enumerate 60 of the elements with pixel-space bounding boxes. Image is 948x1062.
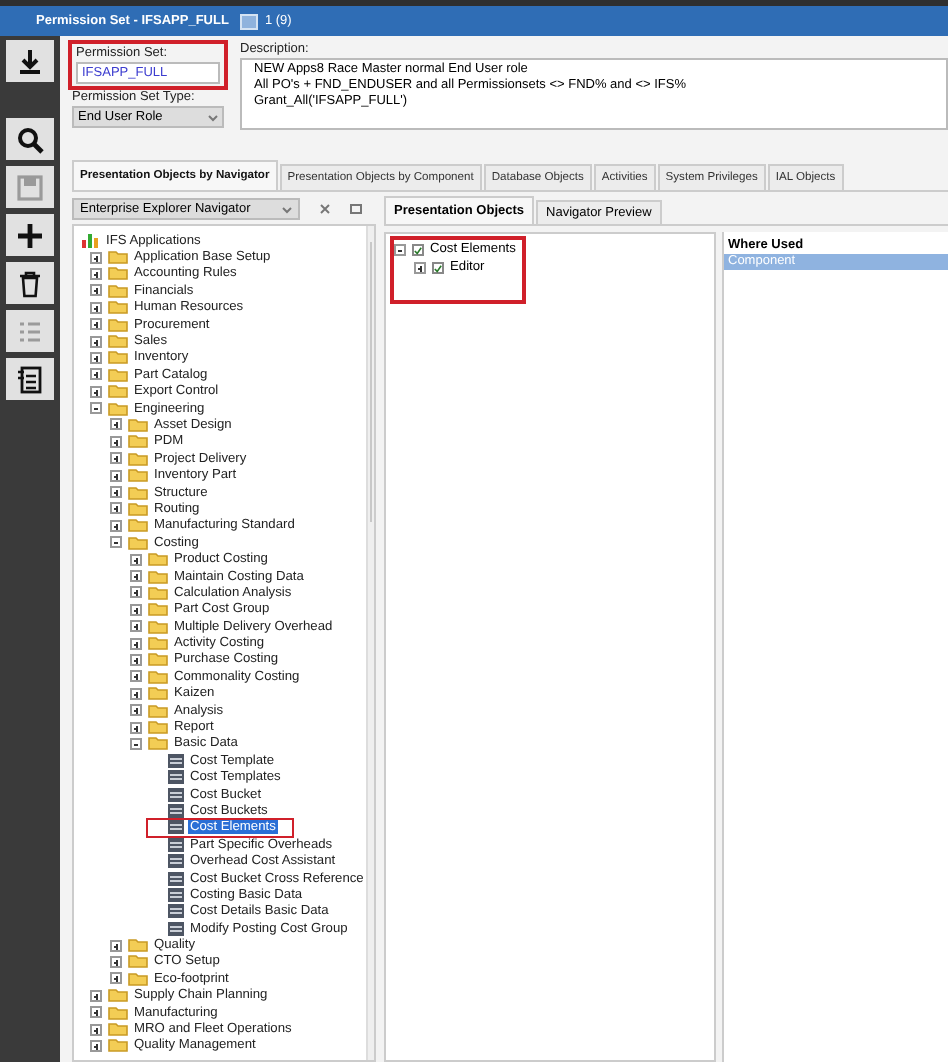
collapse-toggle[interactable] — [90, 402, 102, 415]
chevron-icon — [282, 205, 292, 213]
expand-toggle[interactable] — [90, 385, 102, 398]
checkbox[interactable] — [432, 261, 444, 273]
expand-toggle[interactable] — [110, 469, 122, 482]
details-icon — [14, 363, 46, 395]
window-icon[interactable] — [350, 204, 362, 214]
expand-toggle[interactable] — [90, 267, 102, 280]
expand-toggle[interactable] — [110, 502, 122, 515]
expand-toggle[interactable] — [110, 452, 122, 465]
expand-toggle[interactable] — [130, 704, 142, 717]
expand-toggle[interactable] — [130, 687, 142, 700]
expand-toggle[interactable] — [90, 1006, 102, 1019]
expand-toggle[interactable] — [130, 721, 142, 734]
record-icon — [240, 13, 259, 29]
collapse-toggle[interactable] — [394, 243, 406, 255]
expand-toggle[interactable] — [90, 335, 102, 348]
chevron-icon — [208, 113, 218, 121]
download-button[interactable] — [6, 40, 54, 82]
expand-toggle[interactable] — [414, 261, 426, 273]
expand-toggle[interactable] — [110, 418, 122, 431]
expand-toggle[interactable] — [130, 570, 142, 582]
expand-toggle[interactable] — [110, 435, 122, 448]
highlight-frame — [390, 236, 526, 304]
download-icon — [14, 45, 46, 77]
expand-toggle[interactable] — [90, 1023, 102, 1036]
expand-toggle[interactable] — [130, 603, 142, 616]
expand-toggle[interactable] — [110, 955, 122, 968]
expand-toggle[interactable] — [130, 553, 142, 566]
collapse-toggle[interactable] — [130, 737, 142, 750]
expand-toggle[interactable] — [130, 637, 142, 650]
details-button[interactable] — [6, 358, 54, 400]
expand-toggle[interactable] — [130, 620, 142, 633]
plus-icon — [14, 219, 46, 251]
expand-toggle[interactable] — [90, 989, 102, 1002]
add-button[interactable] — [6, 214, 54, 256]
expand-toggle[interactable] — [90, 1039, 102, 1052]
expand-toggle[interactable] — [110, 972, 122, 985]
expand-toggle[interactable] — [90, 251, 102, 264]
save-icon — [14, 171, 46, 203]
expand-toggle[interactable] — [90, 368, 102, 381]
checkbox[interactable] — [412, 243, 424, 255]
expand-toggle[interactable] — [130, 653, 142, 666]
collapse-toggle[interactable] — [110, 536, 122, 549]
applications-icon — [82, 232, 100, 249]
delete-button[interactable] — [6, 262, 54, 304]
scrollbar[interactable] — [365, 226, 374, 1060]
expand-toggle[interactable] — [130, 586, 142, 599]
expand-toggle[interactable] — [90, 301, 102, 314]
search-button[interactable] — [6, 118, 54, 160]
expand-toggle[interactable] — [110, 939, 122, 952]
close-icon[interactable] — [320, 204, 330, 214]
search-icon — [14, 123, 46, 155]
expand-toggle[interactable] — [110, 519, 122, 532]
expand-toggle[interactable] — [130, 670, 142, 683]
expand-toggle[interactable] — [90, 284, 102, 297]
expand-toggle[interactable] — [90, 351, 102, 364]
expand-toggle[interactable] — [90, 318, 102, 331]
expand-toggle[interactable] — [110, 486, 122, 499]
trash-icon — [14, 267, 46, 299]
